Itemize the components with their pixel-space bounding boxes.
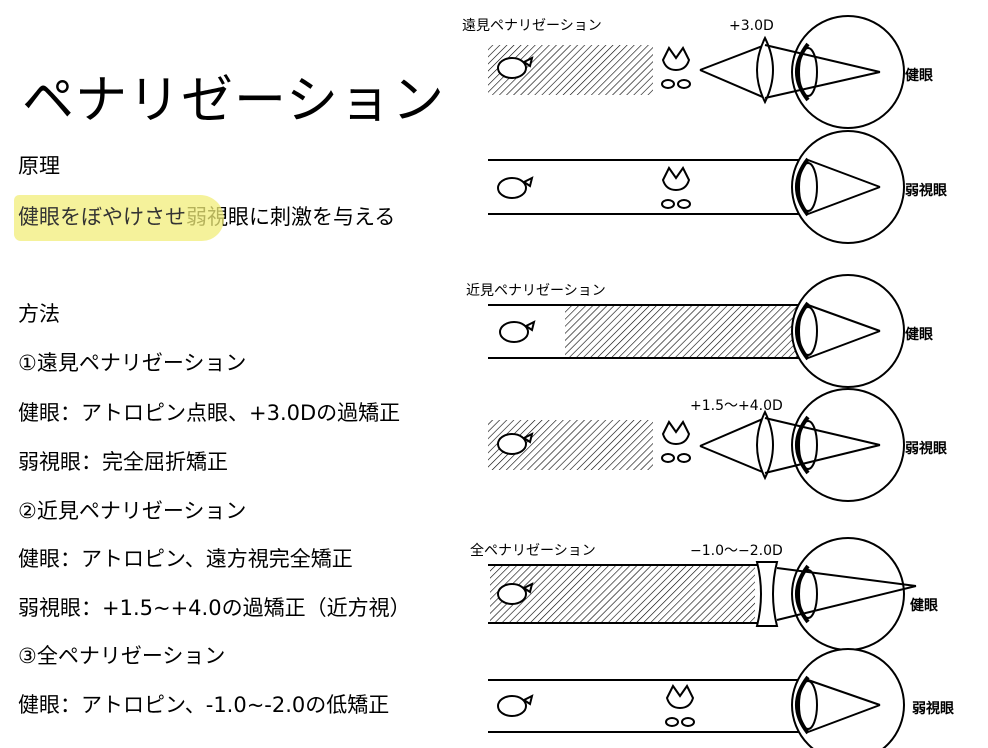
eye-icon bbox=[791, 648, 905, 748]
slide-title: ペナリゼーション bbox=[22, 71, 445, 131]
principle-text: 健眼をぼやけさせ 弱視眼に刺激を与える bbox=[14, 195, 395, 241]
method-heading: 方法 bbox=[18, 302, 60, 326]
total-lens-label: −1.0～−2.0D bbox=[690, 543, 783, 559]
far-lens-label: +3.0D bbox=[729, 18, 774, 34]
tulip-icon bbox=[661, 46, 691, 89]
concave-lens-icon bbox=[755, 561, 779, 627]
eye-icon bbox=[791, 15, 905, 129]
tulip-icon bbox=[661, 420, 691, 463]
highlighted-phrase: 健眼をぼやけさせ bbox=[14, 195, 224, 241]
healthy-eye-label: 健眼 bbox=[905, 326, 933, 343]
method-item: ③全ペナリゼーション bbox=[18, 644, 226, 668]
near-lens-label: +1.5～+4.0D bbox=[690, 398, 783, 414]
method-item: 健眼：アトロピン、遠方視完全矯正 bbox=[18, 547, 353, 571]
amblyopic-eye-label: 弱視眼 bbox=[912, 700, 954, 717]
method-item: 健眼：アトロピン、-1.0~-2.0の低矯正 bbox=[18, 693, 390, 717]
method-item: 弱視眼：+1.5~+4.0の過矯正（近方視） bbox=[18, 596, 411, 620]
total-penalization-label: 全ペナリゼーション bbox=[470, 542, 596, 559]
method-item: ②近見ペナリゼーション bbox=[18, 499, 247, 523]
penalization-diagram: 遠見ペナリゼーション +3.0D 健眼 弱視眼 近見ペナリゼーション 健眼 +1… bbox=[462, 15, 954, 748]
blur-hatch bbox=[490, 566, 755, 622]
method-item: ①遠見ペナリゼーション bbox=[18, 351, 247, 375]
tulip-icon bbox=[665, 684, 695, 727]
convex-lens-icon bbox=[756, 409, 774, 481]
bird-icon bbox=[497, 176, 534, 199]
amblyopic-eye-label: 弱視眼 bbox=[905, 440, 947, 457]
healthy-eye-label: 健眼 bbox=[905, 67, 933, 84]
method-item: 弱視眼：完全屈折矯正 bbox=[18, 450, 228, 474]
near-penalization-label: 近見ペナリゼーション bbox=[466, 283, 606, 299]
tulip-icon bbox=[661, 166, 691, 209]
eye-icon bbox=[791, 274, 905, 388]
eye-icon bbox=[791, 130, 905, 244]
blur-hatch bbox=[565, 306, 810, 357]
healthy-eye-label: 健眼 bbox=[910, 597, 938, 614]
bird-icon bbox=[499, 320, 536, 343]
method-item: 健眼：アトロピン点眼、+3.0Dの過矯正 bbox=[18, 401, 401, 425]
bird-icon bbox=[497, 694, 534, 717]
far-penalization-label: 遠見ペナリゼーション bbox=[462, 18, 602, 34]
principle-heading: 原理 bbox=[18, 154, 60, 178]
eye-icon bbox=[791, 388, 905, 502]
principle-highlight-text: 健眼をぼやけさせ bbox=[18, 205, 186, 229]
amblyopic-eye-label: 弱視眼 bbox=[905, 182, 947, 199]
